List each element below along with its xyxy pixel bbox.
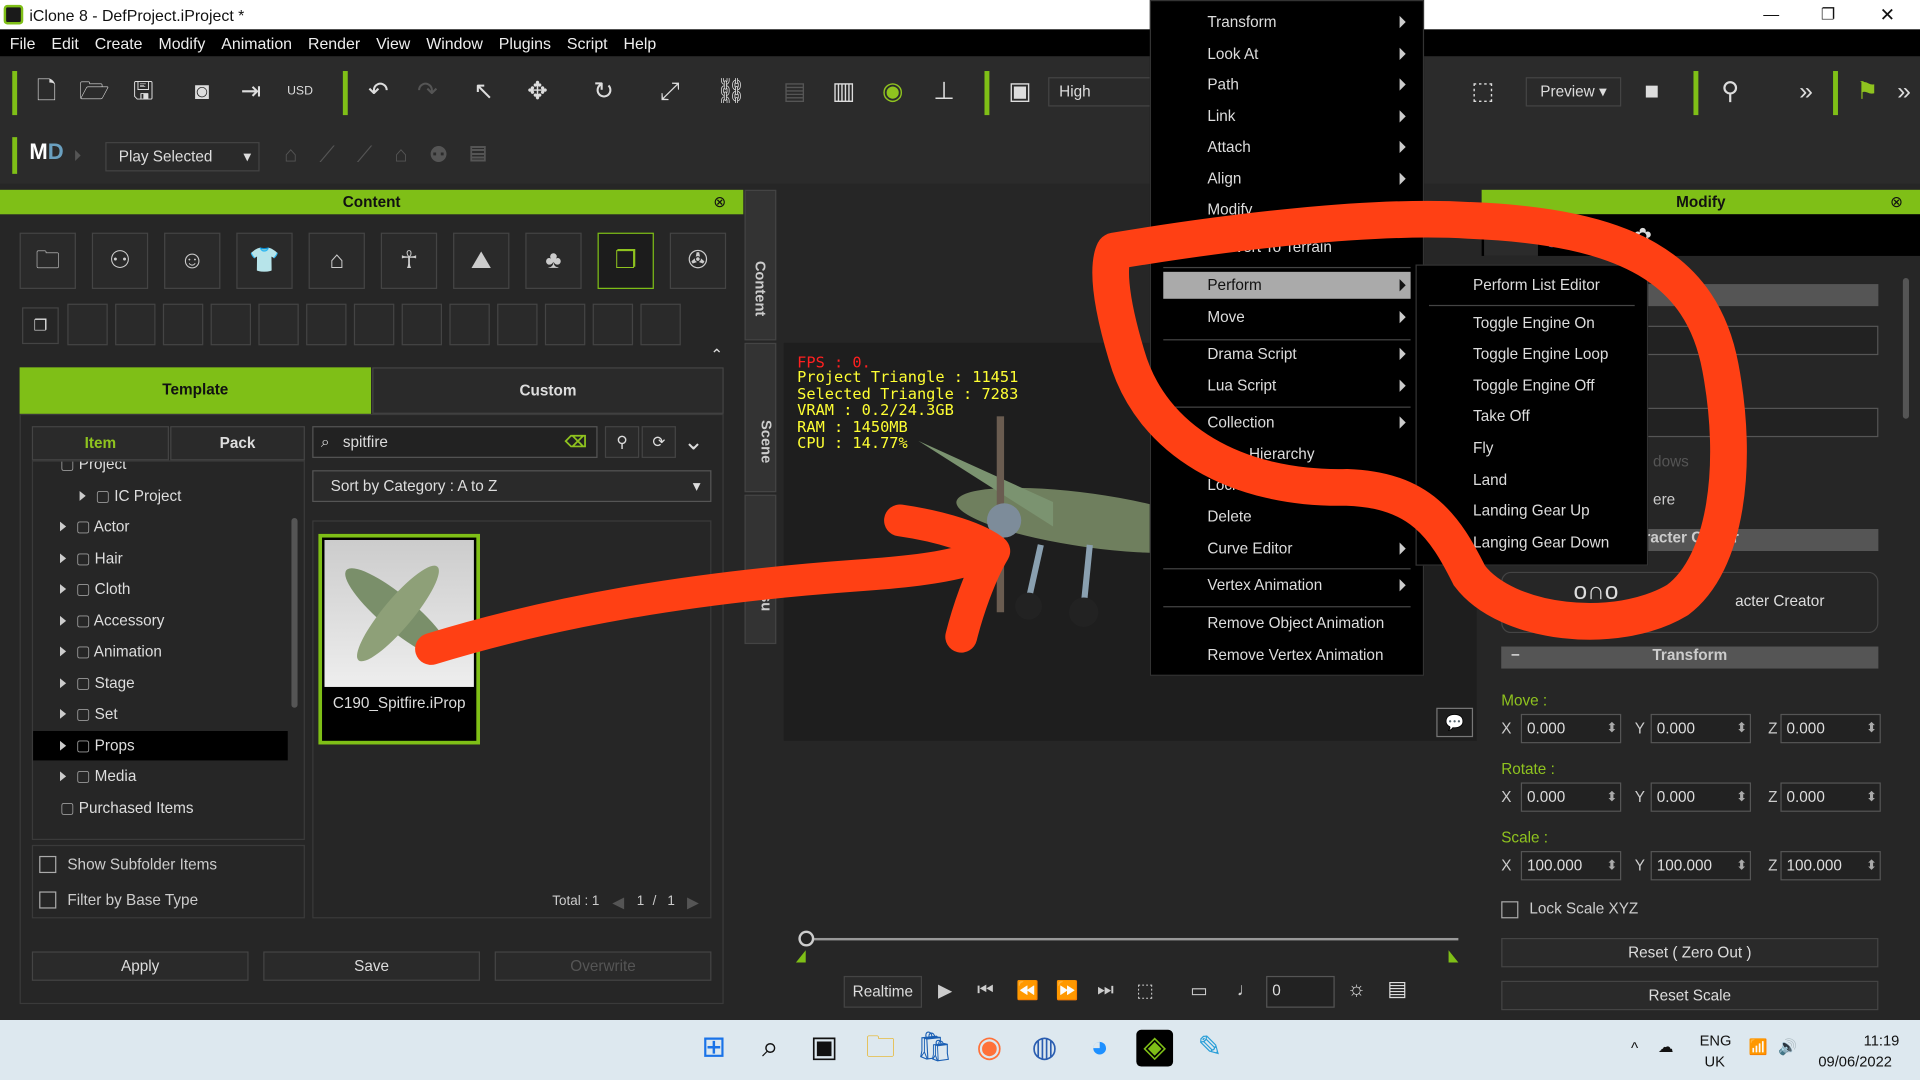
wifi-icon[interactable]: 📶	[1749, 1038, 1768, 1056]
annotation-arrow	[415, 504, 1011, 665]
file-explorer-icon[interactable]: 🗀	[862, 1030, 899, 1067]
volume-icon[interactable]: 🔊	[1778, 1038, 1797, 1056]
task-view-icon[interactable]: ▣	[806, 1030, 843, 1067]
clock-time[interactable]: 11:19	[1864, 1032, 1900, 1049]
paint-icon[interactable]: ✎	[1191, 1030, 1228, 1067]
region-code[interactable]: UK	[1704, 1053, 1724, 1070]
search-icon[interactable]: ⌕	[752, 1030, 789, 1067]
clock-date[interactable]: 09/06/2022	[1818, 1053, 1892, 1070]
onedrive-icon[interactable]: ☁	[1658, 1037, 1673, 1055]
firefox-icon[interactable]: ◉	[971, 1030, 1008, 1067]
thunderbird-icon[interactable]: ◍	[1026, 1030, 1063, 1067]
red-annotation-overlay	[415, 200, 1747, 665]
iclone-icon[interactable]: ◈	[1136, 1029, 1174, 1067]
taskbar: ⊞ ⌕ ▣ 🗀 🛍 ◉ ◍ ◕ ◈ ✎ ^ ☁ ENG UK 📶 🔊 11:19 09/06/20…	[0, 1020, 1920, 1080]
tray-chevron-icon[interactable]: ^	[1631, 1040, 1638, 1057]
messenger-icon[interactable]: ◕	[1081, 1030, 1118, 1067]
language-code[interactable]: ENG	[1700, 1032, 1732, 1049]
store-icon[interactable]: 🛍	[916, 1030, 953, 1067]
start-menu-icon[interactable]: ⊞	[696, 1030, 733, 1067]
annotation-circle	[1092, 200, 1747, 640]
app-window: iClone 8 - DefProject.iProject * — ❐ ✕ F…	[0, 0, 1920, 1080]
